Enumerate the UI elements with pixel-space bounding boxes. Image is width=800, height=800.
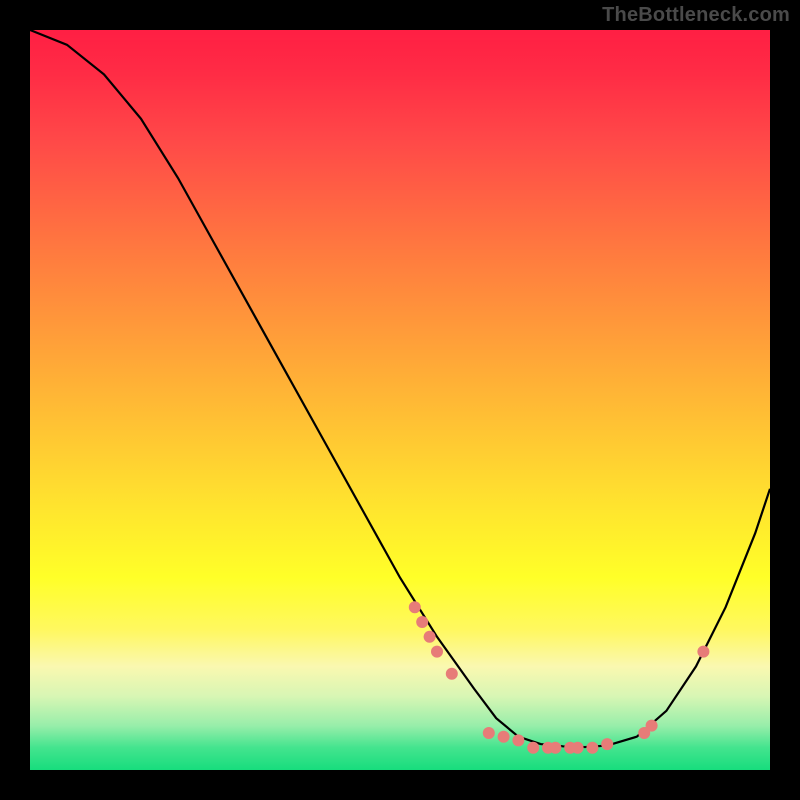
data-point bbox=[409, 601, 421, 613]
data-point bbox=[601, 738, 613, 750]
data-point bbox=[572, 742, 584, 754]
bottleneck-curve-svg bbox=[30, 30, 770, 770]
data-point bbox=[512, 734, 524, 746]
data-point bbox=[416, 616, 428, 628]
data-point bbox=[527, 742, 539, 754]
data-point bbox=[646, 720, 658, 732]
data-point bbox=[424, 631, 436, 643]
data-point bbox=[697, 646, 709, 658]
data-points-group bbox=[409, 601, 710, 754]
watermark-text: TheBottleneck.com bbox=[602, 4, 790, 27]
data-point bbox=[431, 646, 443, 658]
data-point bbox=[483, 727, 495, 739]
data-point bbox=[586, 742, 598, 754]
data-point bbox=[446, 668, 458, 680]
plot-area bbox=[30, 30, 770, 770]
chart-frame: TheBottleneck.com bbox=[0, 0, 800, 800]
data-point bbox=[549, 742, 561, 754]
data-point bbox=[498, 731, 510, 743]
bottleneck-curve bbox=[30, 30, 770, 747]
